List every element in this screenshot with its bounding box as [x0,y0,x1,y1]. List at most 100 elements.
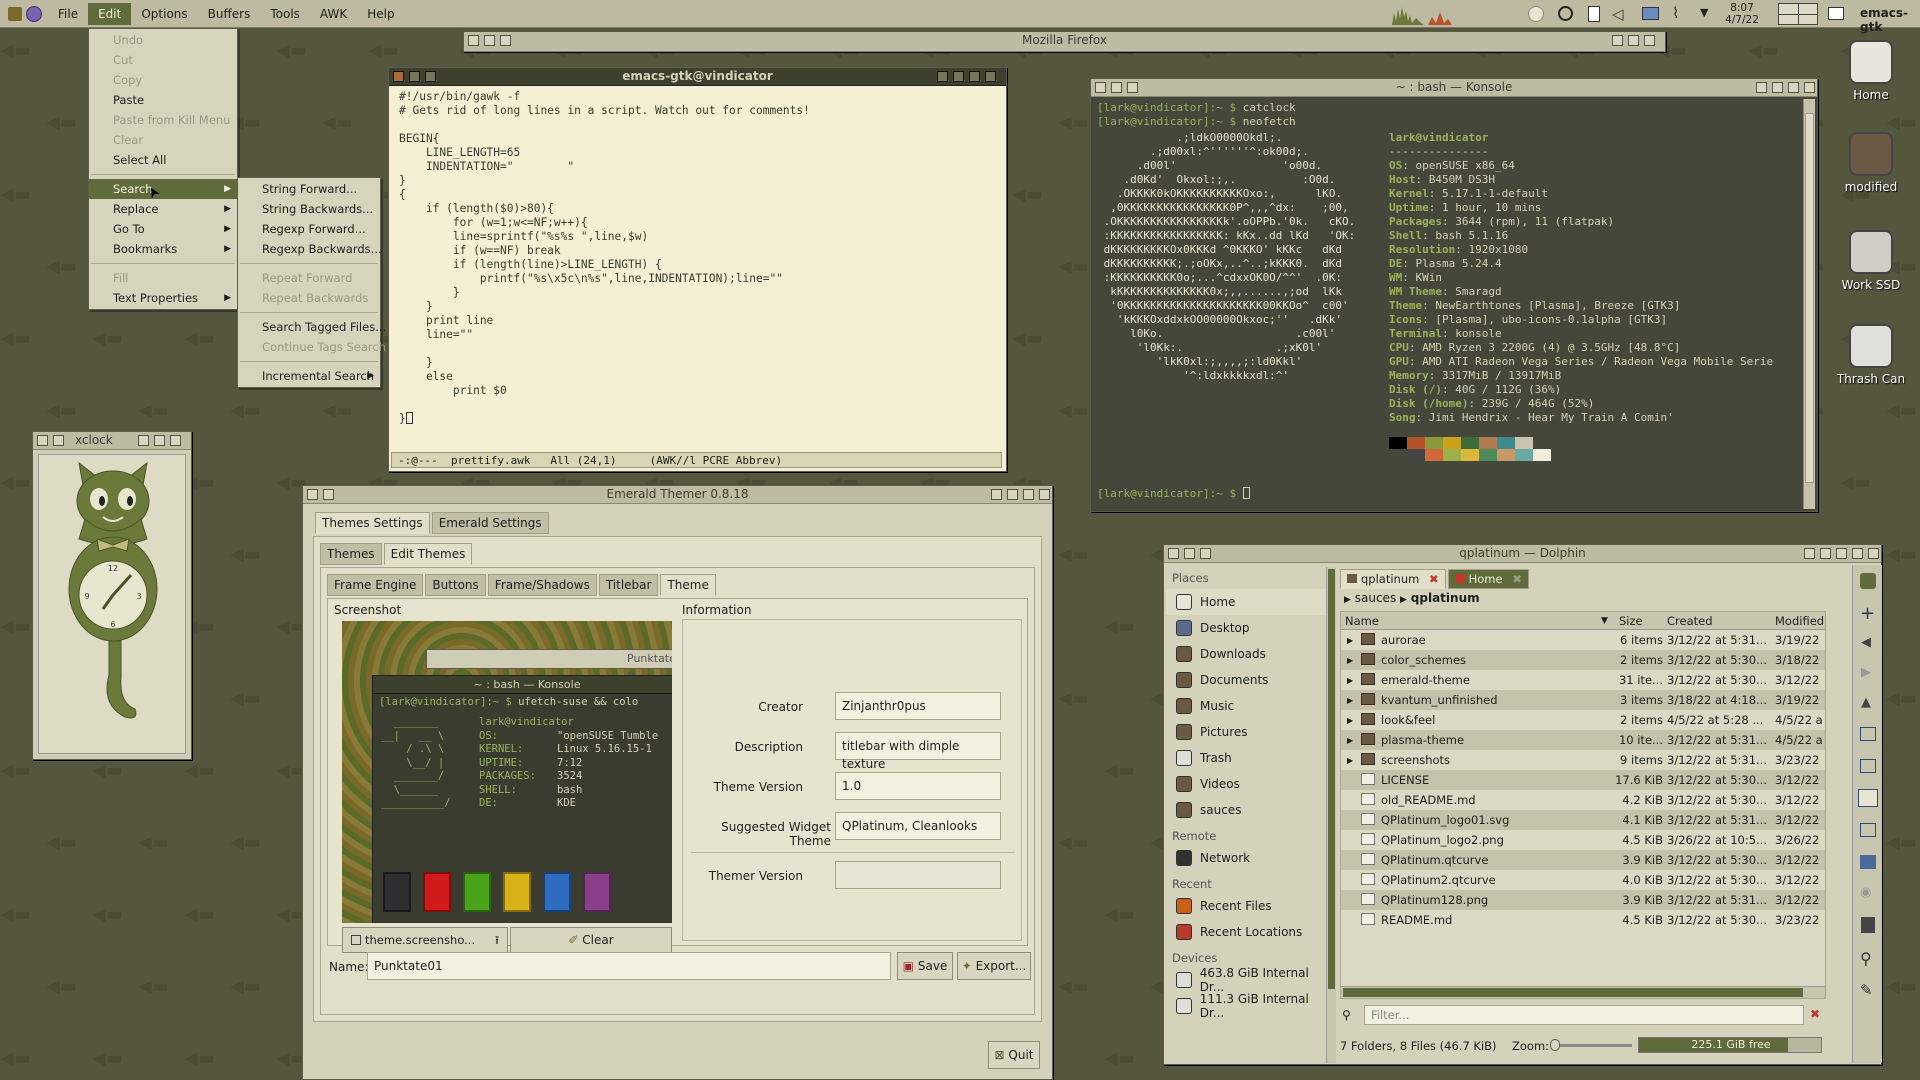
expand-icon[interactable]: ▶ [1347,636,1353,645]
file-row[interactable]: ▶ look&feel 2 items 4/5/22 at 5:28 ... 4/5/2… [1341,710,1825,730]
close-button-right[interactable] [1868,548,1879,559]
eye-icon[interactable]: ◉ [1860,885,1871,900]
file-row[interactable]: QPlatinum_logo01.svg 4.1 KiB 3/12/22 at 5:… [1341,810,1825,830]
up-icon[interactable]: ▲ [1861,695,1871,710]
bookmark-icon[interactable] [1861,917,1875,933]
place-documents[interactable]: Documents [1166,667,1334,693]
close-button-right[interactable] [1039,489,1050,500]
terminal-output[interactable]: [lark@vindicator]:~ $ catclock [lark@vin… [1097,101,1797,509]
xclock-window[interactable]: xclock 12 3 6 9 [32,431,192,760]
maximize-button[interactable] [1836,548,1847,559]
tab-home[interactable]: Home ✖ [1447,569,1529,589]
menu-item-string-forward[interactable]: String Forward... [238,179,380,199]
place-home[interactable]: Home [1166,589,1334,615]
add-icon[interactable]: + [1860,603,1875,624]
emacs-buffer[interactable]: #!/usr/bin/gawk -f # Gets rid of long li… [399,90,995,440]
column-modified[interactable]: Modified [1775,614,1824,628]
maximize-button[interactable] [1007,489,1018,500]
menu-button[interactable] [1127,82,1138,93]
restore-button[interactable] [1023,489,1034,500]
menu-options[interactable]: Options [131,3,197,25]
place-network[interactable]: Network [1166,845,1334,871]
place-111-3-gib-internal-dr[interactable]: 111.3 GiB Internal Dr... [1166,992,1334,1020]
place-videos[interactable]: Videos [1166,771,1334,797]
file-row[interactable]: old_README.md 4.2 KiB 3/12/22 at 5:30... 3/… [1341,790,1825,810]
shade-button[interactable] [484,35,495,46]
file-row[interactable]: ▶ aurorae 6 items 3/12/22 at 5:31... 3/19/22 [1341,630,1825,650]
volume-icon[interactable]: ◁ [1612,5,1624,23]
place-music[interactable]: Music [1166,693,1334,719]
desktop-icon-work-ssd[interactable]: Work SSD [1826,230,1916,292]
minimize-button[interactable] [937,71,948,82]
file-row[interactable]: ▶ kvantum_unfinished 3 items 3/18/22 at 4:1… [1341,690,1825,710]
menu-button[interactable] [53,435,64,446]
maximize-button[interactable] [154,435,165,446]
places-scrollbar[interactable] [1326,567,1336,1063]
expand-icon[interactable]: ▶ [1347,656,1353,665]
clock-widget[interactable]: 8:07 4/7/22 [1718,2,1766,26]
tab-themes-settings[interactable]: Themes Settings [315,512,430,534]
menu-buffers[interactable]: Buffers [198,3,261,25]
expand-icon[interactable]: ▶ [1347,756,1353,765]
firefox-window[interactable]: Mozilla Firefox [463,31,1666,52]
place-downloads[interactable]: Downloads [1166,641,1334,667]
breadcrumb[interactable]: ▶ sauces ▶ qplatinum [1340,587,1850,609]
terminal-toolbar-icon[interactable] [1860,573,1876,589]
window-icon[interactable] [1828,7,1844,20]
column-size[interactable]: Size [1619,614,1643,628]
icons-view-icon[interactable] [1860,727,1876,741]
clipboard-icon[interactable] [1588,6,1600,22]
menu-button[interactable] [425,71,436,82]
wrench-icon[interactable]: ✎ [1860,981,1873,999]
details-view-icon[interactable] [1858,789,1878,807]
restore-button[interactable] [1788,82,1799,93]
menu-file[interactable]: File [48,3,88,25]
close-tab-icon[interactable]: ✖ [1429,572,1439,586]
maximize-button[interactable] [953,71,964,82]
preview-icon[interactable] [1860,855,1876,869]
place-recent-locations[interactable]: Recent Locations [1166,919,1334,945]
file-row[interactable]: ▶ plasma-theme 10 ite... 3/12/22 at 5:31...… [1341,730,1825,750]
emerald-titlebar[interactable]: Emerald Themer 0.8.18 [303,486,1052,504]
menu-item-select-all[interactable]: Select All [89,150,237,170]
place-pictures[interactable]: Pictures [1166,719,1334,745]
tab-frame-shadows[interactable]: Frame/Shadows [487,574,597,596]
close-button-right[interactable] [1804,82,1815,93]
clear-screenshot-button[interactable]: ✐ Clear [510,927,672,953]
horizontal-scrollbar[interactable] [1341,986,1825,998]
menu-button[interactable] [1200,548,1211,559]
emacs-titlebar[interactable]: emacs-gtk@vindicator [389,68,1006,86]
tab-qplatinum[interactable]: qplatinum ✖ [1340,569,1446,589]
forward-icon[interactable]: ▶ [1861,665,1871,680]
tab-edit-themes[interactable]: Edit Themes [383,543,473,565]
menu-item-go-to[interactable]: Go To ▶ [89,219,237,239]
firefox-titlebar[interactable]: Mozilla Firefox [464,32,1665,52]
maximize-button[interactable] [1628,35,1639,46]
restore-button[interactable] [1644,35,1655,46]
konsole-titlebar[interactable]: ~ : bash — Konsole [1091,79,1817,97]
menu-item-regexp-backwards[interactable]: Regexp Backwards... [238,239,382,259]
shade-button[interactable] [1111,82,1122,93]
clear-filter-icon[interactable]: ✖ [1810,1007,1820,1021]
media-record-icon[interactable] [1558,6,1573,21]
place-desktop[interactable]: Desktop [1166,615,1334,641]
pager-widget[interactable] [1778,3,1818,25]
theme-version-field[interactable]: 1.0 [835,772,1001,800]
screenshot-file-button[interactable]: theme.screensho... ⭱ [342,927,508,953]
desktop-icon-home[interactable]: Home [1826,40,1916,102]
menu-item-bookmarks[interactable]: Bookmarks ▶ [89,239,237,259]
restore-button[interactable] [170,435,181,446]
expand-icon[interactable]: ▶ [1347,716,1353,725]
menu-awk[interactable]: AWK [310,3,357,25]
search-icon[interactable]: ⚲ [1860,949,1872,968]
filter-input[interactable]: Filter... [1364,1005,1804,1025]
close-tab-icon[interactable]: ✖ [1512,572,1522,586]
place-463-8-gib-internal-dr[interactable]: 463.8 GiB Internal Dr... [1166,966,1334,994]
back-icon[interactable]: ◀ [1861,635,1871,650]
desktop-icon-modified[interactable]: modified [1826,132,1916,194]
restore-button[interactable] [1852,548,1863,559]
column-name[interactable]: Name [1345,614,1379,628]
place-recent-files[interactable]: Recent Files [1166,893,1334,919]
menu-button[interactable] [323,489,334,500]
zoom-slider[interactable] [1550,1039,1632,1051]
